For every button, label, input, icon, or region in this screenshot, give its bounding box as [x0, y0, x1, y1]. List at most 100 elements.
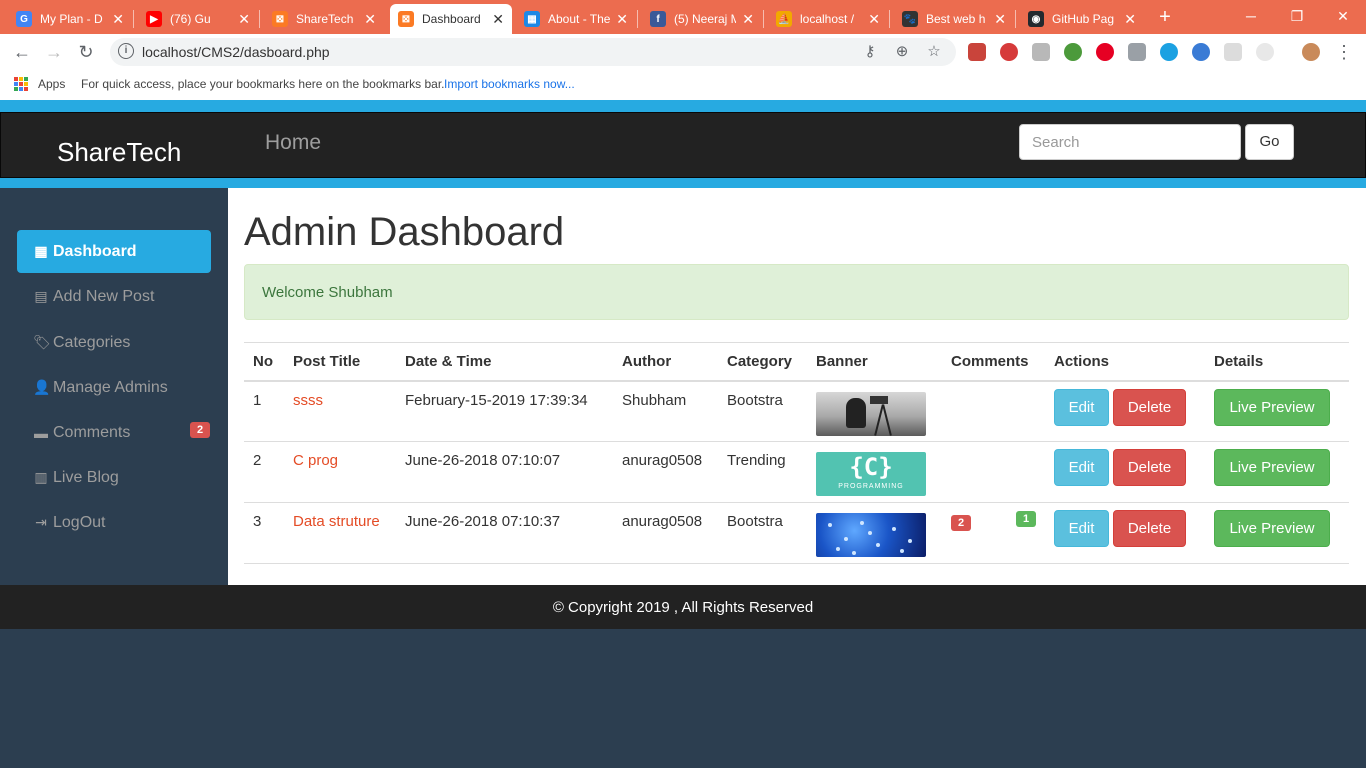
reload-icon[interactable]: ↻ — [74, 40, 98, 64]
delete-button[interactable]: Delete — [1113, 510, 1186, 547]
browser-tab-9[interactable]: ◉ GitHub Pag ✕ — [1020, 4, 1144, 34]
tab-title: GitHub Pag — [1052, 12, 1115, 26]
bookmarks-bar: Apps For quick access, place your bookma… — [0, 70, 1366, 100]
minimize-button[interactable]: ─ — [1228, 0, 1274, 34]
photographer-banner — [816, 391, 926, 436]
chrome-menu-icon[interactable]: ⋮ — [1332, 40, 1356, 64]
tab-title: (5) Neeraj M — [674, 12, 737, 26]
apps-shortcut[interactable]: Apps — [38, 77, 65, 91]
close-tab-icon[interactable]: ✕ — [364, 11, 376, 28]
google-icon: G — [16, 11, 32, 27]
column-header: No — [244, 342, 284, 382]
sidebar-item-label: LogOut — [53, 513, 106, 531]
live-preview-button[interactable]: Live Preview — [1214, 449, 1330, 486]
info-extension-icon[interactable] — [1192, 43, 1210, 61]
new-tab-button[interactable]: + — [1154, 4, 1176, 30]
sidebar-item-comments[interactable]: ▬ Comments 2 — [17, 411, 211, 454]
url-text[interactable]: localhost/CMS2/dasboard.php — [142, 44, 330, 60]
dashboard-grid-icon: ▦ — [34, 243, 48, 259]
nav-home-link[interactable]: Home — [265, 131, 321, 155]
import-bookmarks-link[interactable]: Import bookmarks now... — [444, 77, 575, 91]
blue-extension-icon[interactable] — [1160, 43, 1178, 61]
post-category: Bootstra — [727, 391, 783, 409]
delete-button[interactable]: Delete — [1113, 388, 1186, 426]
sidebar: ▦ Dashboard ▤ Add New Post 🏷 Categories 👤 Manag… — [0, 188, 228, 585]
close-tab-icon[interactable]: ✕ — [238, 11, 250, 28]
bookmark-star-icon[interactable]: ☆ — [924, 42, 944, 62]
profile-avatar[interactable] — [1302, 43, 1320, 61]
column-header: Banner — [807, 342, 942, 382]
column-header: Comments — [942, 342, 1045, 382]
sidebar-item-dashboard[interactable]: ▦ Dashboard — [17, 230, 211, 273]
approved-comments-badge: 1 — [1016, 511, 1036, 527]
green-extension-icon[interactable] — [1064, 43, 1082, 61]
github-icon: ◉ — [1028, 11, 1044, 27]
close-tab-icon[interactable]: ✕ — [112, 11, 124, 28]
edit-button[interactable]: Edit — [1054, 449, 1109, 486]
sidebar-item-logout[interactable]: ⇥ LogOut — [17, 501, 211, 544]
browser-tab-5[interactable]: ▦ About - The ✕ — [516, 4, 636, 34]
sidebar-item-add-new-post[interactable]: ▤ Add New Post — [17, 275, 211, 318]
brand-logo[interactable]: ShareTech — [57, 137, 181, 168]
tab-title: (76) Gu — [170, 12, 211, 26]
go-button[interactable]: Go — [1245, 124, 1294, 160]
tab-title: My Plan - D — [40, 12, 103, 26]
live-preview-button[interactable]: Live Preview — [1214, 510, 1330, 547]
delete-button[interactable]: Delete — [1113, 449, 1186, 486]
edit-button[interactable]: Edit — [1054, 388, 1109, 426]
column-header: Actions — [1045, 342, 1205, 382]
camera-extension-icon[interactable] — [1256, 43, 1274, 61]
post-title-link[interactable]: ssss — [293, 392, 323, 409]
zoom-icon[interactable]: ⊕ — [892, 42, 912, 62]
key-icon[interactable]: ⚷ — [860, 42, 880, 62]
close-tab-icon[interactable]: ✕ — [492, 11, 504, 28]
apps-grid-icon[interactable] — [14, 77, 28, 91]
paw-icon: 🐾 — [902, 11, 918, 27]
browser-tab-7[interactable]: ⛵ localhost / ✕ — [768, 4, 888, 34]
sidebar-item-categories[interactable]: 🏷 Categories — [17, 321, 211, 364]
cube-extension-icon[interactable] — [1128, 43, 1146, 61]
close-tab-icon[interactable]: ✕ — [616, 11, 628, 28]
pdf-extension-icon[interactable] — [968, 43, 986, 61]
search-input[interactable] — [1019, 124, 1241, 160]
user-icon: 👤 — [33, 379, 51, 395]
post-title-link[interactable]: C prog — [293, 452, 338, 469]
browser-tab-3[interactable]: ⊠ ShareTech ✕ — [264, 4, 384, 34]
tab-title: About - The — [548, 12, 611, 26]
close-window-button[interactable]: ✕ — [1320, 0, 1366, 34]
live-preview-button[interactable]: Live Preview — [1214, 388, 1330, 426]
close-tab-icon[interactable]: ✕ — [742, 11, 754, 28]
browser-tab-4[interactable]: ⊠ Dashboard ✕ — [390, 4, 512, 34]
restore-button[interactable]: ❐ — [1274, 0, 1320, 34]
post-title-link[interactable]: Data struture — [293, 513, 380, 530]
edit-button[interactable]: Edit — [1054, 510, 1109, 547]
red-extension-icon[interactable] — [1000, 43, 1018, 61]
back-arrow-icon[interactable]: ← — [10, 40, 34, 64]
browser-tab-1[interactable]: G My Plan - D ✕ — [8, 4, 132, 34]
sidebar-item-label: Dashboard — [53, 242, 137, 260]
tab-separator — [763, 10, 764, 28]
table-row: 1 ssss February-15-2019 17:39:34 Shubham Boo… — [244, 380, 1349, 442]
unapproved-comments-badge: 2 — [951, 515, 971, 531]
phpmyadmin-icon: ⛵ — [776, 11, 792, 27]
column-header: Post Title — [284, 342, 396, 382]
browser-tab-2[interactable]: ▶ (76) Gu ✕ — [138, 4, 258, 34]
sidebar-item-manage-admins[interactable]: 👤 Manage Admins — [17, 366, 211, 409]
xampp-icon: ⊠ — [272, 11, 288, 27]
site-info-icon[interactable]: i — [118, 43, 134, 59]
column-header: Details — [1205, 342, 1349, 382]
pinterest-icon[interactable] — [1096, 43, 1114, 61]
close-tab-icon[interactable]: ✕ — [1124, 11, 1136, 28]
omnibox[interactable]: i localhost/CMS2/dasboard.php ⚷ ⊕ ☆ — [110, 38, 956, 66]
grey-extension-icon[interactable] — [1032, 43, 1050, 61]
browser-tab-6[interactable]: f (5) Neeraj M ✕ — [642, 4, 762, 34]
grid-icon: ▦ — [524, 11, 540, 27]
page-background — [0, 629, 1366, 768]
sidebar-item-live-blog[interactable]: ▥ Live Blog — [17, 456, 211, 499]
tab-separator — [889, 10, 890, 28]
close-tab-icon[interactable]: ✕ — [868, 11, 880, 28]
close-tab-icon[interactable]: ✕ — [994, 11, 1006, 28]
browser-tab-8[interactable]: 🐾 Best web h ✕ — [894, 4, 1014, 34]
forward-arrow-icon[interactable]: → — [42, 40, 66, 64]
blank-extension-icon[interactable] — [1224, 43, 1242, 61]
